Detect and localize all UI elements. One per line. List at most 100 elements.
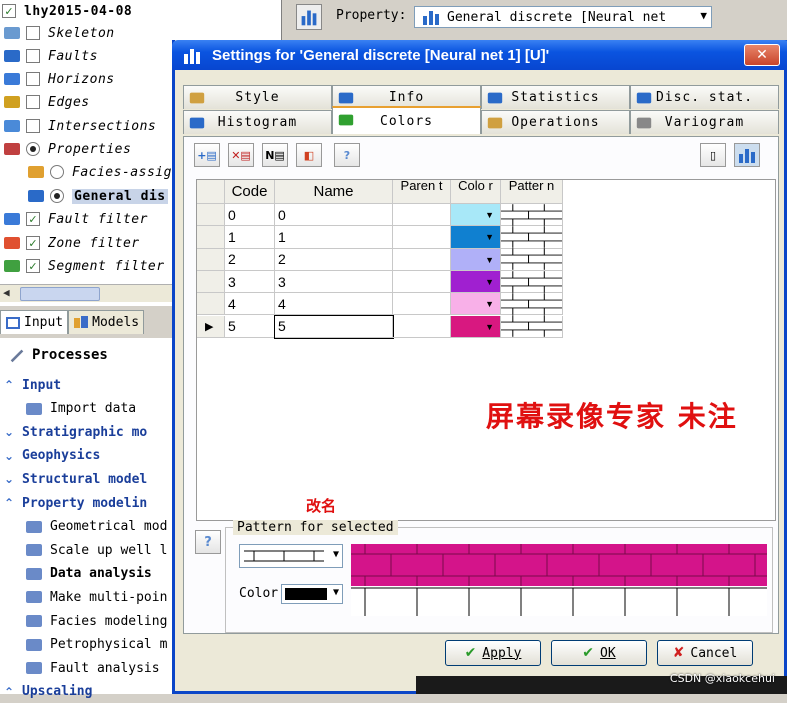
- chevron-down-icon[interactable]: ▼: [485, 277, 494, 287]
- tree-item[interactable]: General dis: [26, 185, 168, 207]
- process-item[interactable]: Geometrical mod: [24, 516, 167, 538]
- process-category[interactable]: ⌄ Geophysics: [4, 445, 100, 467]
- tab-disc-stat[interactable]: Disc. stat.: [630, 85, 779, 109]
- parent-cell[interactable]: [393, 248, 451, 271]
- code-cell[interactable]: 2: [225, 248, 275, 271]
- chevron-down-icon[interactable]: ▼: [485, 232, 494, 242]
- pattern-cell[interactable]: [501, 203, 563, 227]
- name-cell[interactable]: 0: [275, 204, 393, 227]
- color-cell[interactable]: ▼: [451, 204, 501, 227]
- process-item[interactable]: Data analysis: [24, 563, 152, 585]
- pattern-cell[interactable]: [501, 248, 563, 271]
- tab-input[interactable]: Input: [0, 310, 69, 334]
- column-header[interactable]: Patter n: [501, 180, 563, 204]
- tree-item[interactable]: Horizons: [2, 68, 115, 90]
- row-header[interactable]: [197, 248, 225, 271]
- checkbox[interactable]: [26, 95, 40, 109]
- chevron-down-icon[interactable]: ▼: [333, 587, 339, 598]
- collapse-icon[interactable]: ⌃: [4, 685, 22, 699]
- code-cell[interactable]: 3: [225, 270, 275, 294]
- tab-operations[interactable]: Operations: [481, 110, 630, 134]
- pattern-cell[interactable]: [501, 226, 563, 249]
- color-cell[interactable]: ▼: [451, 270, 501, 294]
- checkbox[interactable]: ✓: [2, 4, 16, 18]
- checkbox[interactable]: [26, 72, 40, 86]
- cancel-button[interactable]: ✘ Cancel: [657, 640, 753, 666]
- chevron-down-icon[interactable]: ▼: [485, 255, 494, 265]
- pattern-color-select[interactable]: ▼: [281, 584, 343, 604]
- process-category[interactable]: ⌃ Upscaling: [4, 681, 92, 703]
- name-cell[interactable]: 5: [274, 314, 394, 339]
- column-header[interactable]: Name: [275, 180, 393, 204]
- row-header[interactable]: ▶: [197, 315, 225, 338]
- row-header[interactable]: [197, 204, 225, 227]
- process-item[interactable]: Petrophysical m: [24, 634, 167, 656]
- checkbox[interactable]: ✓: [26, 236, 40, 250]
- name-cell[interactable]: 1: [275, 226, 393, 249]
- scroll-thumb[interactable]: [20, 287, 100, 301]
- tree-item[interactable]: Faults: [2, 45, 98, 67]
- chevron-down-icon[interactable]: ▼: [485, 322, 494, 332]
- process-item[interactable]: Make multi-poin: [24, 586, 167, 608]
- collapse-icon[interactable]: ⌃: [4, 378, 22, 392]
- tree-root[interactable]: ✓ lhy2015-04-08: [2, 0, 132, 22]
- pattern-cell[interactable]: [501, 315, 563, 338]
- parent-cell[interactable]: [393, 315, 451, 338]
- process-category[interactable]: ⌃ Input: [4, 374, 61, 396]
- name-cell[interactable]: 4: [275, 293, 393, 316]
- column-header[interactable]: Code: [225, 180, 275, 204]
- row-header[interactable]: [197, 270, 225, 294]
- pattern-cell[interactable]: [501, 270, 563, 294]
- parent-cell[interactable]: [393, 204, 451, 227]
- close-button[interactable]: ✕: [744, 44, 780, 66]
- chevron-down-icon[interactable]: ▼: [485, 299, 494, 309]
- color-cell[interactable]: ▼: [451, 226, 501, 249]
- process-item[interactable]: Import data: [24, 398, 136, 420]
- palette-button[interactable]: ◧: [296, 143, 322, 167]
- checkbox[interactable]: ✓: [26, 212, 40, 226]
- property-select[interactable]: General discrete [Neural net ▼: [414, 6, 712, 28]
- parent-cell[interactable]: [393, 270, 451, 294]
- color-cell[interactable]: ▼: [451, 315, 501, 338]
- row-header[interactable]: [197, 293, 225, 316]
- expand-icon[interactable]: ⌄: [4, 472, 22, 486]
- tree-item[interactable]: Facies-assig: [26, 161, 172, 183]
- checkbox[interactable]: [26, 119, 40, 133]
- rename-button[interactable]: N▤: [262, 143, 288, 167]
- tree-item[interactable]: Intersections: [2, 115, 156, 137]
- tree-item[interactable]: Properties: [2, 138, 131, 160]
- tab-colors[interactable]: Colors: [332, 106, 481, 134]
- name-cell[interactable]: 3: [275, 270, 393, 294]
- code-cell[interactable]: 1: [225, 226, 275, 249]
- help-button[interactable]: ?: [334, 143, 360, 167]
- tree-item[interactable]: Edges: [2, 91, 90, 113]
- color-cell[interactable]: ▼: [451, 248, 501, 271]
- chart-view-button[interactable]: [734, 143, 760, 167]
- tree-item[interactable]: Skeleton: [2, 22, 115, 44]
- code-cell[interactable]: 0: [225, 204, 275, 227]
- pattern-cell[interactable]: [501, 293, 563, 316]
- checkbox[interactable]: ✓: [26, 259, 40, 273]
- tab-variogram[interactable]: Variogram: [630, 110, 779, 134]
- tab-models[interactable]: Models: [68, 310, 145, 334]
- expand-icon[interactable]: ⌄: [4, 425, 22, 439]
- scroll-left-icon[interactable]: ◀: [3, 286, 10, 299]
- expand-icon[interactable]: ⌄: [4, 449, 22, 463]
- tab-histogram[interactable]: Histogram: [183, 110, 332, 134]
- color-cell[interactable]: ▼: [451, 293, 501, 316]
- radio-button[interactable]: [50, 165, 64, 179]
- process-item[interactable]: Fault analysis: [24, 657, 160, 679]
- code-cell[interactable]: 5: [225, 315, 275, 338]
- tree-item[interactable]: ✓ Fault filter: [2, 208, 148, 230]
- process-item[interactable]: Scale up well l: [24, 539, 167, 561]
- chevron-down-icon[interactable]: ▼: [333, 549, 339, 560]
- dialog-titlebar[interactable]: Settings for 'General discrete [Neural n…: [172, 40, 787, 70]
- process-category[interactable]: ⌄ Stratigraphic mo: [4, 421, 147, 443]
- name-cell[interactable]: 2: [275, 248, 393, 271]
- process-item[interactable]: Facies modeling: [24, 610, 167, 632]
- radio-button[interactable]: [26, 142, 40, 156]
- new-page-button[interactable]: ▯: [700, 143, 726, 167]
- radio-button[interactable]: [50, 189, 64, 203]
- parent-cell[interactable]: [393, 293, 451, 316]
- process-category[interactable]: ⌃ Property modelin: [4, 492, 147, 514]
